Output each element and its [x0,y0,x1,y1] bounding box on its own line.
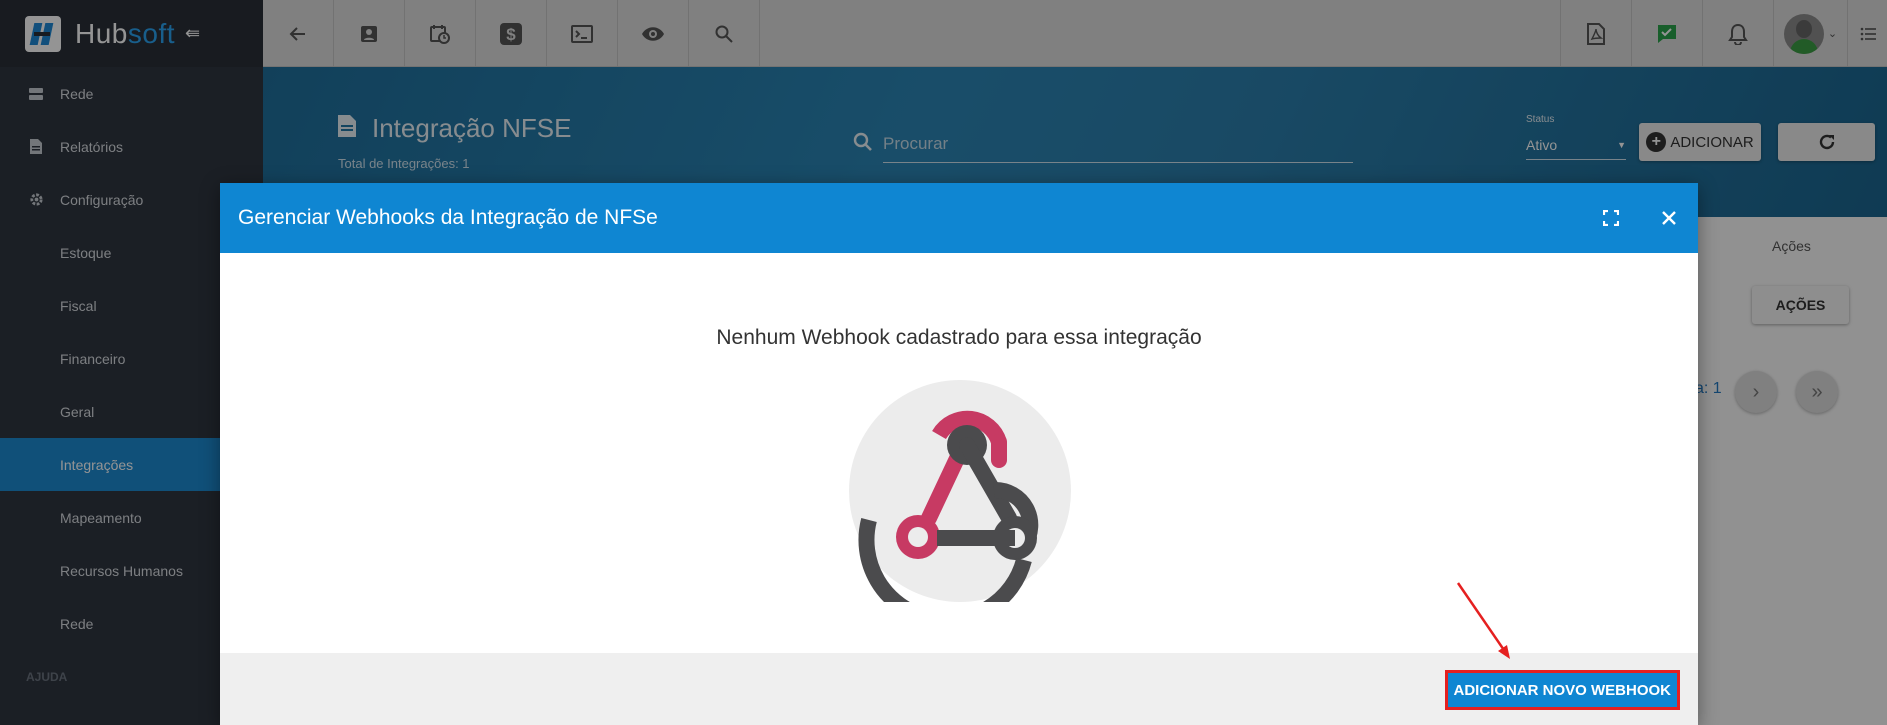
fullscreen-button[interactable] [1582,183,1640,253]
add-new-webhook-button[interactable]: ADICIONAR NOVO WEBHOOK [1444,670,1680,710]
modal-title: Gerenciar Webhooks da Integração de NFSe [238,206,658,229]
modal-header: Gerenciar Webhooks da Integração de NFSe [220,183,1698,253]
annotation-arrow [1456,582,1510,659]
close-icon [1662,211,1676,225]
close-button[interactable] [1640,183,1698,253]
empty-state-message: Nenhum Webhook cadastrado para essa inte… [716,326,1202,349]
webhook-logo [849,380,1071,629]
fullscreen-icon [1603,210,1619,226]
